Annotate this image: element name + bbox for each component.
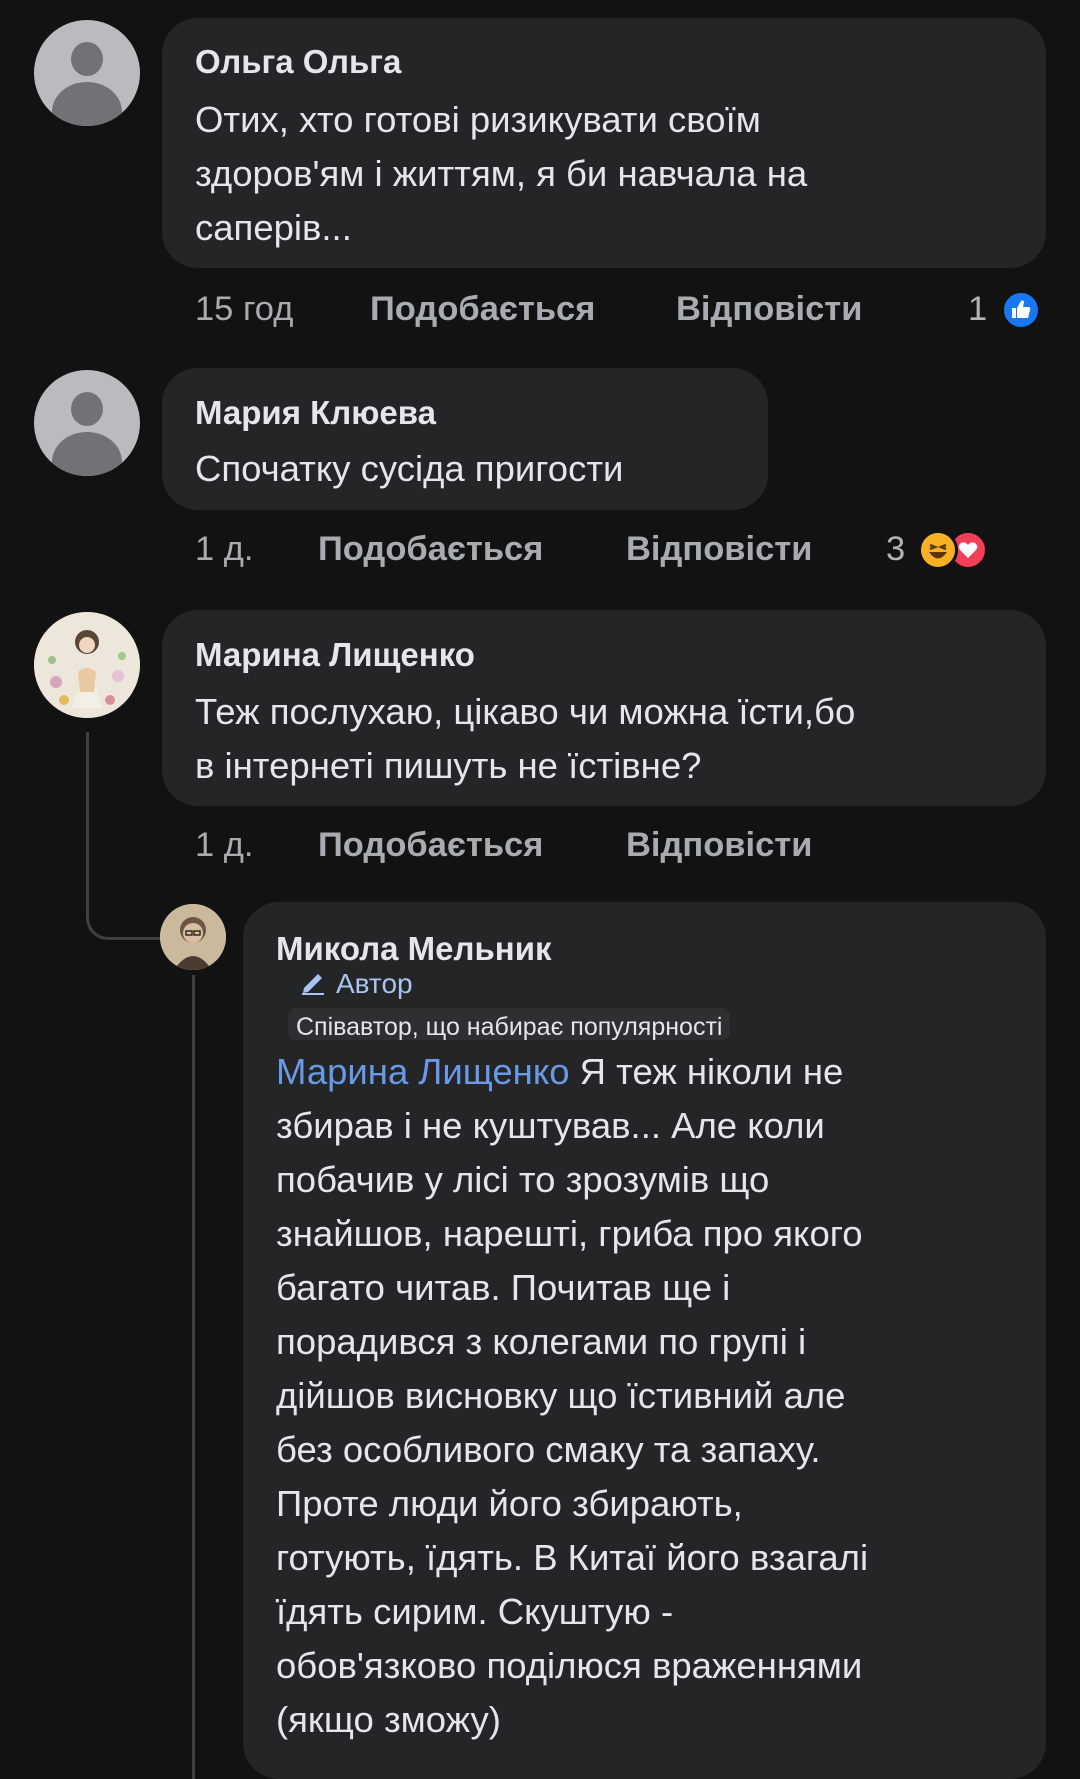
comment-text-line: Теж послухаю, цікаво чи можна їсти,бо [195,691,856,732]
comment-author[interactable]: Мария Клюева [195,394,436,432]
reply-text-line: Проте люди його збирають, [276,1483,743,1524]
contributor-badge: Співавтор, що набирає популярності [288,1008,731,1040]
comment-author[interactable]: Ольга Ольга [195,43,401,81]
comment-timestamp[interactable]: 1 д. [195,826,254,865]
reply-thread-line [192,975,195,1779]
like-button[interactable]: Подобається [318,530,543,569]
reply-button[interactable]: Відповісти [676,290,862,329]
comment-text-line: Отих, хто готові ризикувати своїм [195,99,761,140]
avatar-illustration-icon [34,612,140,718]
reaction-count[interactable]: 1 [968,290,987,329]
avatar[interactable] [34,612,140,718]
reply-text-line: (якщо зможу) [276,1699,501,1740]
reply-text-line: без особливого смаку та запаху. [276,1429,821,1470]
like-icon[interactable] [1001,290,1041,330]
comment-text-line: саперів... [195,207,352,248]
comment-text-line: здоров'ям і життям, я би навчала на [195,153,808,194]
avatar[interactable] [34,370,140,476]
default-avatar-body-icon [52,432,122,476]
comment-timestamp[interactable]: 15 год [195,290,293,329]
reaction-count[interactable]: 3 [886,530,905,569]
haha-icon[interactable] [918,530,958,570]
avatar-photo-icon [160,904,226,970]
comment-timestamp[interactable]: 1 д. [195,530,254,569]
reply-button[interactable]: Відповісти [626,826,812,865]
default-avatar-head-icon [71,392,103,426]
author-badge-label: Автор [336,968,413,999]
comment-text-line: в інтернеті пишуть не їстівне? [195,745,702,786]
mention-link[interactable]: Марина Лищенко [276,1051,570,1092]
reply-text-line: готують, їдять. В Китаї його взагалі [276,1537,869,1578]
like-button[interactable]: Подобається [370,290,595,329]
author-badge [298,966,328,996]
reply-text-line: дійшов висновку що їстивний але [276,1375,846,1416]
pencil-icon [302,974,324,995]
avatar[interactable] [34,20,140,126]
reply-text-line: збирав і не куштував... Але коли [276,1105,825,1146]
reply-text-line: обов'язково поділюся враженнями [276,1645,863,1686]
comment-text-line: Спочатку сусіда пригости [195,448,624,489]
avatar[interactable] [160,904,226,970]
reply-text-line: багато читав. Почитав ще і [276,1267,731,1308]
like-button[interactable]: Подобається [318,826,543,865]
reply-connector [86,870,164,940]
reply-text-line: Марина Лищенко Я теж ніколи не [276,1046,843,1098]
reply-text-line: порадився з колегами по групі і [276,1321,807,1362]
comment-author[interactable]: Марина Лищенко [195,636,475,674]
reply-text-line: знайшов, нарешті, гриба про якого [276,1213,863,1254]
default-avatar-body-icon [52,82,122,126]
default-avatar-head-icon [71,42,103,76]
reply-text-line: побачив у лісі то зрозумів що [276,1159,770,1200]
reply-text-line: їдять сирим. Скуштую - [276,1591,674,1632]
reply-author[interactable]: Микола Мельник [276,930,552,968]
reply-button[interactable]: Відповісти [626,530,812,569]
reply-text-fragment: Я теж ніколи не [569,1051,844,1092]
